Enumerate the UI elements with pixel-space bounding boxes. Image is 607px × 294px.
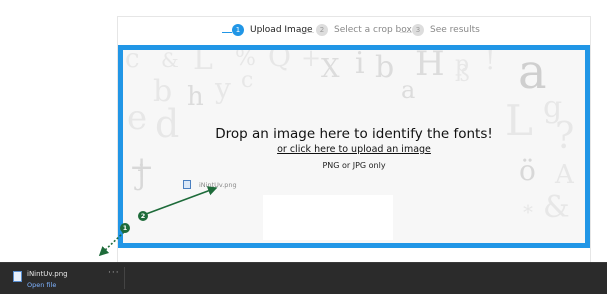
dragged-file-ghost: iNintUv.png [183,180,237,189]
background-glyph: & [543,190,570,225]
background-glyph: b [375,50,395,85]
background-glyph: L [193,45,213,77]
open-file-link[interactable]: Open file [27,281,56,289]
background-glyph: H [415,45,445,84]
background-glyph: + [301,45,322,72]
step-number: 1 [232,24,244,36]
step-see-results: 3 See results [412,24,480,36]
step-number: 3 [412,24,424,36]
background-glyph: * [523,200,533,224]
format-note: PNG or JPG only [322,161,386,170]
step-line [300,32,314,33]
drop-zone-title: Drop an image here to identify the fonts… [215,126,493,142]
background-glyph: X [321,54,340,84]
download-item[interactable]: iNintUv.png Open file ··· [10,268,122,290]
background-glyph: & [161,48,179,72]
step-line-active [222,32,232,33]
image-file-icon [13,271,22,282]
image-file-icon [183,180,191,189]
image-drop-zone[interactable]: c & L % Q + X i b H p ! a b h y c a ß e … [118,45,590,248]
preview-placeholder [263,195,393,240]
background-glyph: h [187,82,204,112]
step-number: 2 [316,24,328,36]
upload-image-link[interactable]: or click here to upload an image [123,144,585,155]
stepper: 1 Upload Image 2 Select a crop box 3 See… [118,20,590,44]
step-label: Select a crop box [334,25,412,35]
step-label: Upload Image [250,25,313,35]
download-bar: iNintUv.png Open file ··· [0,262,607,294]
background-glyph: y [215,72,231,105]
step-line [400,32,412,33]
step-label: See results [430,25,480,35]
background-glyph: c [125,45,140,74]
step-select-crop-box: 2 Select a crop box [316,24,412,36]
dragged-file-label: iNintUv.png [199,180,237,189]
step-upload-image: 1 Upload Image [232,24,313,36]
background-glyph: c [241,68,254,93]
more-options-icon[interactable]: ··· [108,268,120,278]
background-glyph: ! [485,46,496,76]
background-glyph: a [401,76,416,104]
background-glyph: ß [455,62,470,87]
download-divider [124,267,125,289]
background-glyph: ö [519,154,536,187]
background-glyph: i [355,46,365,81]
download-file-name: iNintUv.png [27,270,68,278]
step-badge-2: 2 [138,211,148,221]
step-badge-1: 1 [120,223,130,233]
background-glyph: Q [268,45,291,73]
